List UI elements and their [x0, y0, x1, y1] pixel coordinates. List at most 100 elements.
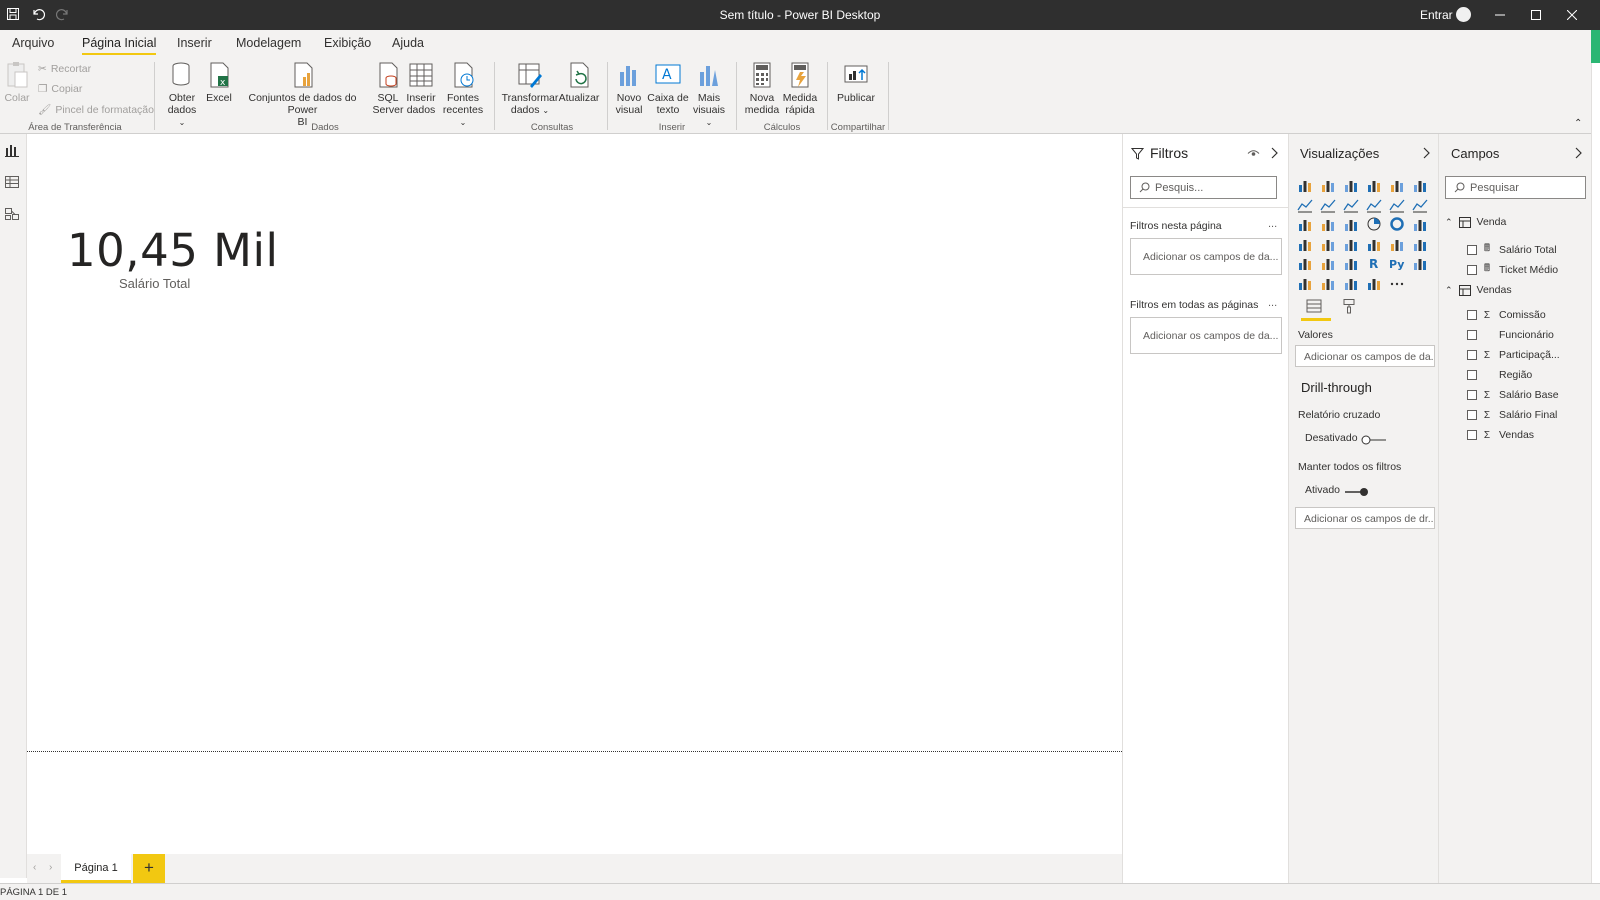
publish-button[interactable]: Publicar: [836, 60, 876, 104]
field-item[interactable]: 🖩 Salário Total: [1467, 241, 1557, 258]
chevron-up-icon[interactable]: ⌃: [1445, 285, 1453, 296]
tab-exibicao[interactable]: Exibição: [324, 36, 371, 53]
keep-filters-toggle[interactable]: [1344, 487, 1370, 497]
area-visual-icon[interactable]: [1320, 197, 1336, 213]
fields-search-input[interactable]: Pesquisar: [1445, 176, 1586, 199]
paginated-visual-icon[interactable]: [1366, 275, 1382, 291]
waterfall-visual-icon[interactable]: [1297, 216, 1313, 232]
format-painter-button[interactable]: 🖌 Pincel de formatação: [38, 103, 154, 117]
more-visual-icon[interactable]: [1389, 275, 1405, 291]
field-item[interactable]: Σ Comissão: [1467, 309, 1546, 321]
tab-arquivo[interactable]: Arquivo: [12, 36, 54, 53]
field-checkbox[interactable]: [1467, 430, 1477, 440]
pie-visual-icon[interactable]: [1366, 216, 1382, 232]
enter-data-button[interactable]: Inserir dados: [404, 60, 438, 116]
ribbon-visual-icon[interactable]: [1412, 197, 1428, 213]
close-button[interactable]: [1554, 0, 1590, 30]
field-checkbox[interactable]: [1467, 244, 1477, 255]
field-checkbox[interactable]: [1467, 264, 1477, 275]
values-drop-zone[interactable]: Adicionar os campos de da...: [1295, 345, 1435, 367]
decomposition-tree-visual-icon[interactable]: [1297, 275, 1313, 291]
field-item[interactable]: Funcionário: [1467, 329, 1554, 341]
page-filters-drop-zone[interactable]: Adicionar os campos de da...: [1130, 238, 1282, 275]
eye-icon[interactable]: [1247, 149, 1260, 158]
stacked-area-visual-icon[interactable]: [1343, 197, 1359, 213]
cut-button[interactable]: ✂ Recortar: [38, 63, 91, 75]
report-canvas[interactable]: 10,45 Mil Salário Total: [27, 134, 1122, 854]
smart-narrative-visual-icon[interactable]: [1343, 275, 1359, 291]
data-view-icon[interactable]: [4, 174, 22, 192]
funnel-visual-icon[interactable]: [1320, 216, 1336, 232]
slicer-visual-icon[interactable]: [1297, 255, 1313, 271]
tab-inserir[interactable]: Inserir: [177, 36, 212, 53]
clustered-bar-visual-icon[interactable]: [1343, 177, 1359, 193]
field-checkbox[interactable]: [1467, 350, 1477, 360]
tab-pagina-inicial[interactable]: Página Inicial: [82, 36, 157, 55]
gauge-visual-icon[interactable]: [1343, 236, 1359, 252]
table-node[interactable]: ⌃ Venda: [1445, 216, 1506, 228]
field-item[interactable]: Σ Vendas: [1467, 429, 1534, 441]
field-checkbox[interactable]: [1467, 410, 1477, 420]
filters-search-input[interactable]: Pesquis...: [1130, 176, 1277, 199]
table-node[interactable]: ⌃ Vendas: [1445, 284, 1512, 296]
all-pages-filters-more-icon[interactable]: ...: [1268, 297, 1277, 309]
stacked-column-visual-icon[interactable]: [1320, 177, 1336, 193]
collapse-ribbon-icon[interactable]: ⌃: [1574, 118, 1582, 129]
field-checkbox[interactable]: [1467, 390, 1477, 400]
maximize-button[interactable]: [1518, 0, 1554, 30]
refresh-button[interactable]: Atualizar: [558, 60, 600, 104]
model-view-icon[interactable]: [4, 206, 22, 224]
recent-sources-button[interactable]: Fontes recentes ⌄: [440, 60, 486, 129]
field-checkbox[interactable]: [1467, 310, 1477, 320]
collapse-filters-icon[interactable]: [1270, 147, 1279, 159]
all-pages-filters-drop-zone[interactable]: Adicionar os campos de da...: [1130, 317, 1282, 354]
paste-button[interactable]: Colar: [4, 60, 30, 104]
fields-tab-icon[interactable]: [1305, 298, 1323, 314]
clustered-column-visual-icon[interactable]: [1366, 177, 1382, 193]
textbox-button[interactable]: A Caixa de texto: [647, 60, 689, 116]
matrix-visual-icon[interactable]: [1343, 255, 1359, 271]
add-page-button[interactable]: +: [133, 854, 165, 883]
report-view-icon[interactable]: [4, 142, 22, 160]
map-visual-icon[interactable]: [1297, 236, 1313, 252]
100-column-visual-icon[interactable]: [1412, 177, 1428, 193]
copy-button[interactable]: ❐ Copiar: [38, 83, 82, 95]
tab-ajuda[interactable]: Ajuda: [392, 36, 424, 53]
field-item[interactable]: 🖩 Ticket Médio: [1467, 261, 1558, 278]
line-clustered-column-visual-icon[interactable]: [1389, 197, 1405, 213]
more-visuals-button[interactable]: Mais visuais ⌄: [690, 60, 728, 129]
cross-report-toggle[interactable]: [1361, 435, 1387, 445]
format-tab-icon[interactable]: [1341, 298, 1357, 314]
stacked-bar-visual-icon[interactable]: [1297, 177, 1313, 193]
new-visual-button[interactable]: Novo visual: [614, 60, 644, 116]
next-page-arrow-icon[interactable]: ›: [49, 862, 52, 873]
field-item[interactable]: Região: [1467, 369, 1532, 381]
tab-modelagem[interactable]: Modelagem: [236, 36, 301, 53]
avatar[interactable]: [1456, 7, 1471, 22]
table-visual-icon[interactable]: [1320, 255, 1336, 271]
filled-map-visual-icon[interactable]: [1320, 236, 1336, 252]
transform-data-button[interactable]: Transformar dados ⌄: [502, 60, 558, 117]
field-item[interactable]: Σ Participaçã...: [1467, 349, 1560, 361]
treemap-visual-icon[interactable]: [1412, 216, 1428, 232]
multi-row-card-visual-icon[interactable]: [1389, 236, 1405, 252]
line-visual-icon[interactable]: [1297, 197, 1313, 213]
pbi-datasets-button[interactable]: Conjuntos de dados do Power BI: [235, 60, 370, 128]
minimize-button[interactable]: [1482, 0, 1518, 30]
signin-link[interactable]: Entrar: [1420, 8, 1453, 22]
right-scrollbar[interactable]: [1591, 63, 1600, 883]
collapse-visualizations-icon[interactable]: [1422, 147, 1431, 159]
line-column-visual-icon[interactable]: [1366, 197, 1382, 213]
100-bar-visual-icon[interactable]: [1389, 177, 1405, 193]
new-measure-button[interactable]: Nova medida: [745, 60, 779, 116]
scatter-visual-icon[interactable]: [1343, 216, 1359, 232]
donut-visual-icon[interactable]: [1389, 216, 1405, 232]
field-checkbox[interactable]: [1467, 330, 1477, 340]
field-item[interactable]: Σ Salário Final: [1467, 409, 1557, 421]
get-data-button[interactable]: Obter dados ⌄: [163, 60, 201, 129]
field-item[interactable]: Σ Salário Base: [1467, 389, 1559, 401]
excel-button[interactable]: x Excel: [205, 60, 233, 104]
chevron-up-icon[interactable]: ⌃: [1445, 217, 1453, 228]
collapse-fields-icon[interactable]: [1574, 147, 1583, 159]
page-tab[interactable]: Página 1: [61, 854, 131, 883]
